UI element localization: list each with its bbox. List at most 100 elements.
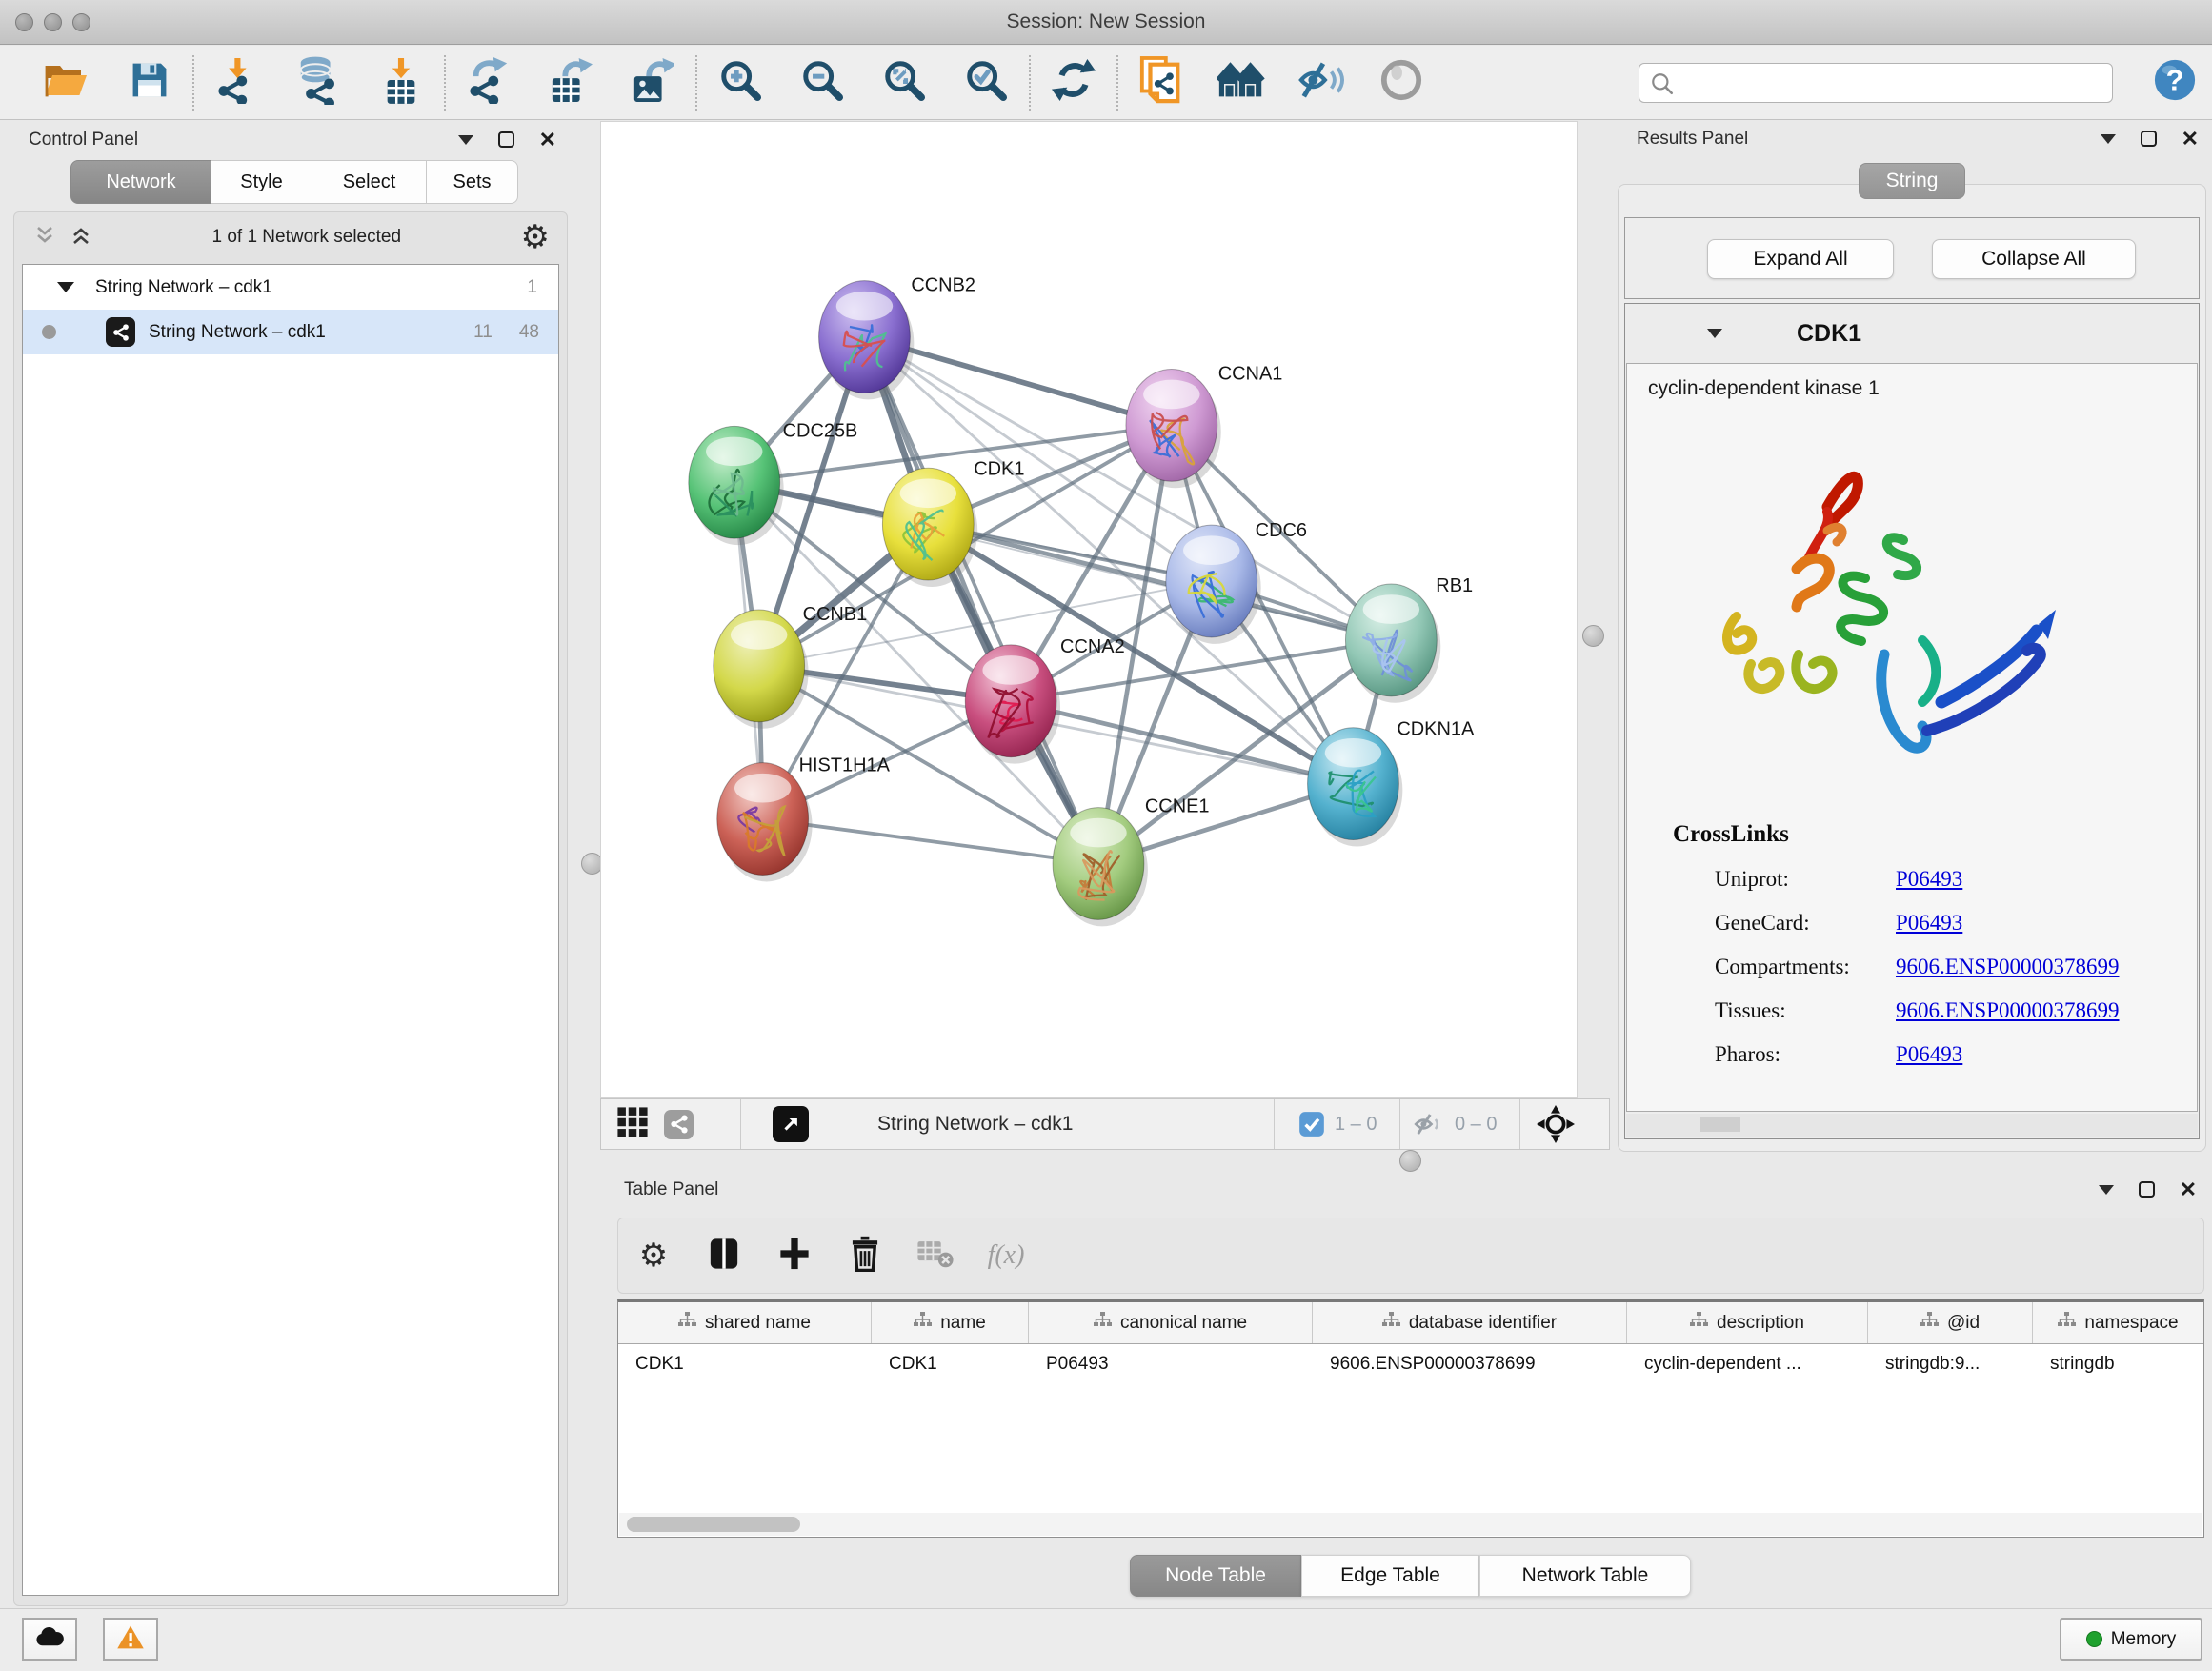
tab-edge-table[interactable]: Edge Table xyxy=(1301,1555,1479,1597)
table-horizontal-scrollbar[interactable] xyxy=(619,1513,2202,1536)
results-tab-string[interactable]: String xyxy=(1859,163,1965,199)
tab-network-table[interactable]: Network Table xyxy=(1479,1555,1691,1597)
table-cell[interactable]: P06493 xyxy=(1029,1344,1313,1384)
gene-section-header[interactable]: CDK1 xyxy=(1625,304,2199,363)
right-splitter-handle[interactable] xyxy=(1582,625,1604,647)
bottom-splitter-handle[interactable] xyxy=(1399,1150,1421,1172)
table-cell[interactable]: stringdb:9... xyxy=(1868,1344,2033,1384)
maximize-panel-icon[interactable] xyxy=(2141,131,2157,147)
section-expander-icon[interactable] xyxy=(1707,329,1722,338)
column-header[interactable]: canonical name xyxy=(1029,1302,1313,1343)
network-collection-row[interactable]: String Network – cdk1 1 xyxy=(23,265,558,310)
node-label: CCNA1 xyxy=(1218,363,1283,384)
table-options-button[interactable]: ⚙ xyxy=(618,1227,689,1284)
network-edge[interactable] xyxy=(864,337,1098,864)
tab-network[interactable]: Network xyxy=(70,160,211,204)
collection-expander-icon[interactable] xyxy=(57,282,74,292)
close-panel-icon[interactable]: ✕ xyxy=(539,131,556,148)
collapse-all-networks-icon[interactable] xyxy=(33,224,56,252)
apply-layout-button[interactable] xyxy=(1050,57,1097,109)
zoom-selected-button[interactable] xyxy=(962,57,1010,109)
network-edge[interactable] xyxy=(763,819,1098,864)
string-import-button[interactable] xyxy=(1137,57,1185,109)
crosslink-link[interactable]: P06493 xyxy=(1896,867,1962,892)
save-session-button[interactable] xyxy=(126,57,173,109)
export-network-button[interactable] xyxy=(465,57,513,109)
hidden-nodes-edges-counter: 0 – 0 xyxy=(1455,1099,1497,1149)
close-panel-icon[interactable]: ✕ xyxy=(2182,131,2199,147)
crosslink-link[interactable]: 9606.ENSP00000378699 xyxy=(1896,998,2120,1023)
memory-label: Memory xyxy=(2111,1629,2177,1650)
help-button[interactable]: ? xyxy=(2151,57,2199,109)
column-header[interactable]: @id xyxy=(1868,1302,2033,1343)
export-table-icon xyxy=(549,56,593,109)
tab-node-table[interactable]: Node Table xyxy=(1130,1555,1301,1597)
columns-icon xyxy=(708,1236,740,1277)
table-cell[interactable]: stringdb xyxy=(2033,1344,2203,1384)
graphics-details-toggle-button[interactable] xyxy=(1377,57,1425,109)
expand-all-button[interactable]: Expand All xyxy=(1707,239,1894,279)
show-grid-button[interactable] xyxy=(616,1099,649,1149)
import-table-button[interactable] xyxy=(377,57,425,109)
show-columns-button[interactable] xyxy=(689,1227,759,1284)
results-scrollbar[interactable] xyxy=(1626,1114,2198,1137)
tab-style[interactable]: Style xyxy=(211,160,312,204)
import-network-from-database-button[interactable] xyxy=(295,57,343,109)
network-view-canvas[interactable]: CCNB2CCNA1CDC25BCDK1CDC6RB1CCNB1CCNA2CDK… xyxy=(600,121,1578,1098)
network-row-selected[interactable]: String Network – cdk1 11 48 xyxy=(23,310,558,354)
zoom-out-button[interactable] xyxy=(798,57,846,109)
column-header[interactable]: name xyxy=(872,1302,1029,1343)
delete-columns-button[interactable] xyxy=(830,1227,900,1284)
network-options-gear-icon[interactable]: ⚙ xyxy=(521,221,550,253)
column-header[interactable]: description xyxy=(1627,1302,1868,1343)
collapse-all-button[interactable]: Collapse All xyxy=(1932,239,2136,279)
zoom-in-button[interactable] xyxy=(716,57,764,109)
table-cell[interactable]: 9606.ENSP00000378699 xyxy=(1313,1344,1627,1384)
column-header[interactable]: database identifier xyxy=(1313,1302,1627,1343)
fit-content-button[interactable] xyxy=(1537,1099,1575,1149)
table-cell[interactable]: CDK1 xyxy=(872,1344,1029,1384)
tab-sets[interactable]: Sets xyxy=(427,160,518,204)
string-home-button[interactable] xyxy=(1217,57,1265,109)
float-panel-icon[interactable] xyxy=(2099,1185,2114,1195)
cloud-button[interactable] xyxy=(22,1618,77,1661)
crosslink-link[interactable]: P06493 xyxy=(1896,911,1962,936)
birdseye-view-button[interactable] xyxy=(773,1099,809,1149)
table-cell[interactable]: cyclin-dependent ... xyxy=(1627,1344,1868,1384)
open-session-button[interactable] xyxy=(42,57,90,109)
enhanced-labels-toggle-button[interactable] xyxy=(1297,57,1345,109)
string-network-graph[interactable]: CCNB2CCNA1CDC25BCDK1CDC6RB1CCNB1CCNA2CDK… xyxy=(601,122,1577,1097)
network-overview-button[interactable] xyxy=(664,1099,694,1149)
close-panel-icon[interactable]: ✕ xyxy=(2180,1181,2197,1198)
table-row[interactable]: CDK1CDK1P064939606.ENSP00000378699cyclin… xyxy=(618,1344,2203,1384)
export-table-button[interactable] xyxy=(547,57,594,109)
warnings-button[interactable] xyxy=(103,1618,158,1661)
float-panel-icon[interactable] xyxy=(2101,134,2116,144)
tab-label: Node Table xyxy=(1165,1564,1266,1587)
float-panel-icon[interactable] xyxy=(458,135,473,145)
search-input[interactable] xyxy=(1639,63,2113,103)
tab-select[interactable]: Select xyxy=(312,160,427,204)
create-column-button[interactable] xyxy=(759,1227,830,1284)
maximize-panel-icon[interactable] xyxy=(498,131,514,148)
plus-icon xyxy=(777,1236,812,1277)
import-network-button[interactable] xyxy=(213,57,261,109)
tab-label: Sets xyxy=(452,171,491,193)
scrollbar-thumb[interactable] xyxy=(627,1517,800,1532)
network-view-toolbar: String Network – cdk1 1 – 0 0 – 0 xyxy=(600,1098,1610,1150)
crosslink-link[interactable]: P06493 xyxy=(1896,1042,1962,1067)
column-header-label: description xyxy=(1717,1313,1804,1334)
memory-button[interactable]: Memory xyxy=(2060,1618,2202,1661)
scrollbar-thumb[interactable] xyxy=(1700,1117,1740,1132)
maximize-panel-icon[interactable] xyxy=(2139,1181,2155,1198)
expand-all-networks-icon[interactable] xyxy=(70,224,92,252)
table-cell[interactable]: CDK1 xyxy=(618,1344,872,1384)
export-image-button[interactable] xyxy=(629,57,676,109)
column-header[interactable]: shared name xyxy=(618,1302,872,1343)
node-table: shared namenamecanonical namedatabase id… xyxy=(617,1299,2204,1538)
zoom-fit-button[interactable] xyxy=(880,57,928,109)
help-icon: ? xyxy=(2153,58,2197,107)
column-header[interactable]: namespace xyxy=(2033,1302,2203,1343)
crosslink-link[interactable]: 9606.ENSP00000378699 xyxy=(1896,955,2120,979)
network-view-title: String Network – cdk1 xyxy=(877,1099,1073,1149)
